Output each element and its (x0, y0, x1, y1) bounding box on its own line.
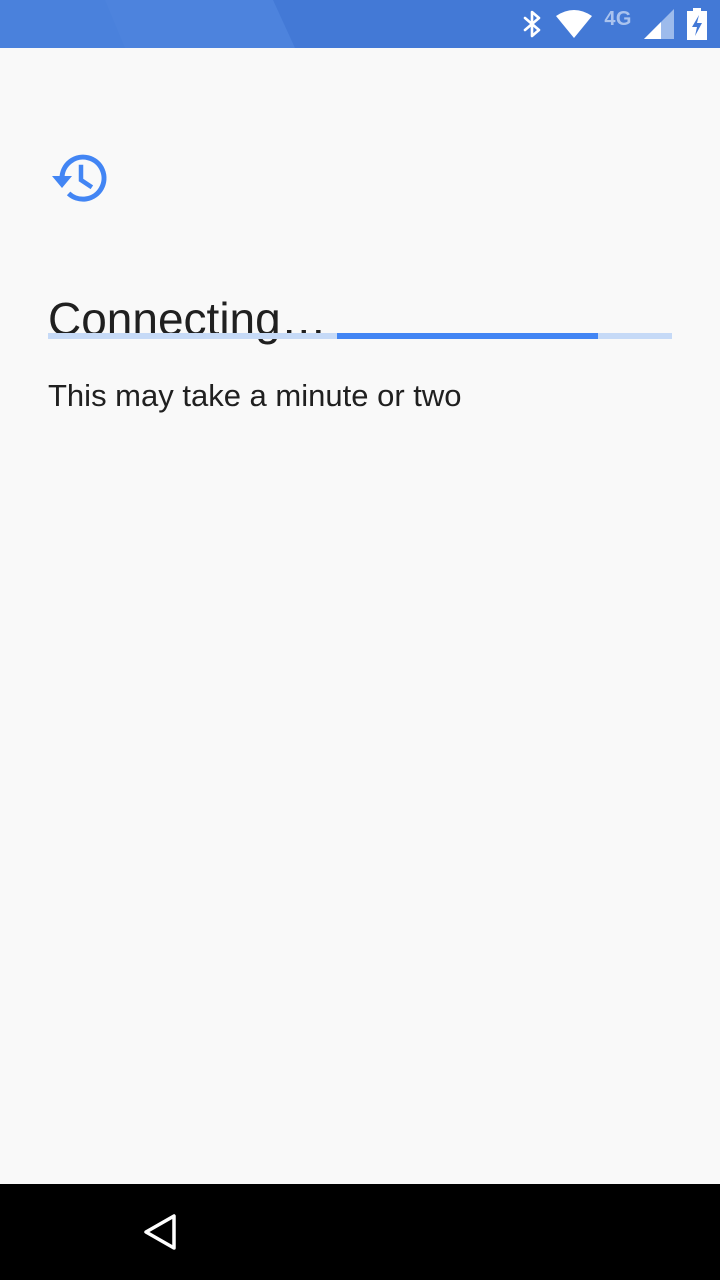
status-bar-shade (0, 0, 125, 48)
cell-signal-icon (644, 9, 674, 39)
progress-bar (48, 333, 672, 339)
back-icon (144, 1214, 176, 1250)
back-button[interactable] (132, 1204, 188, 1260)
navigation-bar (0, 1184, 720, 1280)
status-message: This may take a minute or two (48, 378, 462, 413)
status-bar-shade (105, 0, 295, 48)
progress-indicator (337, 333, 598, 339)
status-icons: 4G (522, 0, 708, 48)
bluetooth-icon (522, 9, 544, 39)
history-icon (50, 148, 110, 208)
battery-charging-icon (686, 8, 708, 40)
status-bar: 4G (0, 0, 720, 48)
wifi-icon (556, 10, 593, 38)
network-type-label: 4G (604, 7, 632, 30)
